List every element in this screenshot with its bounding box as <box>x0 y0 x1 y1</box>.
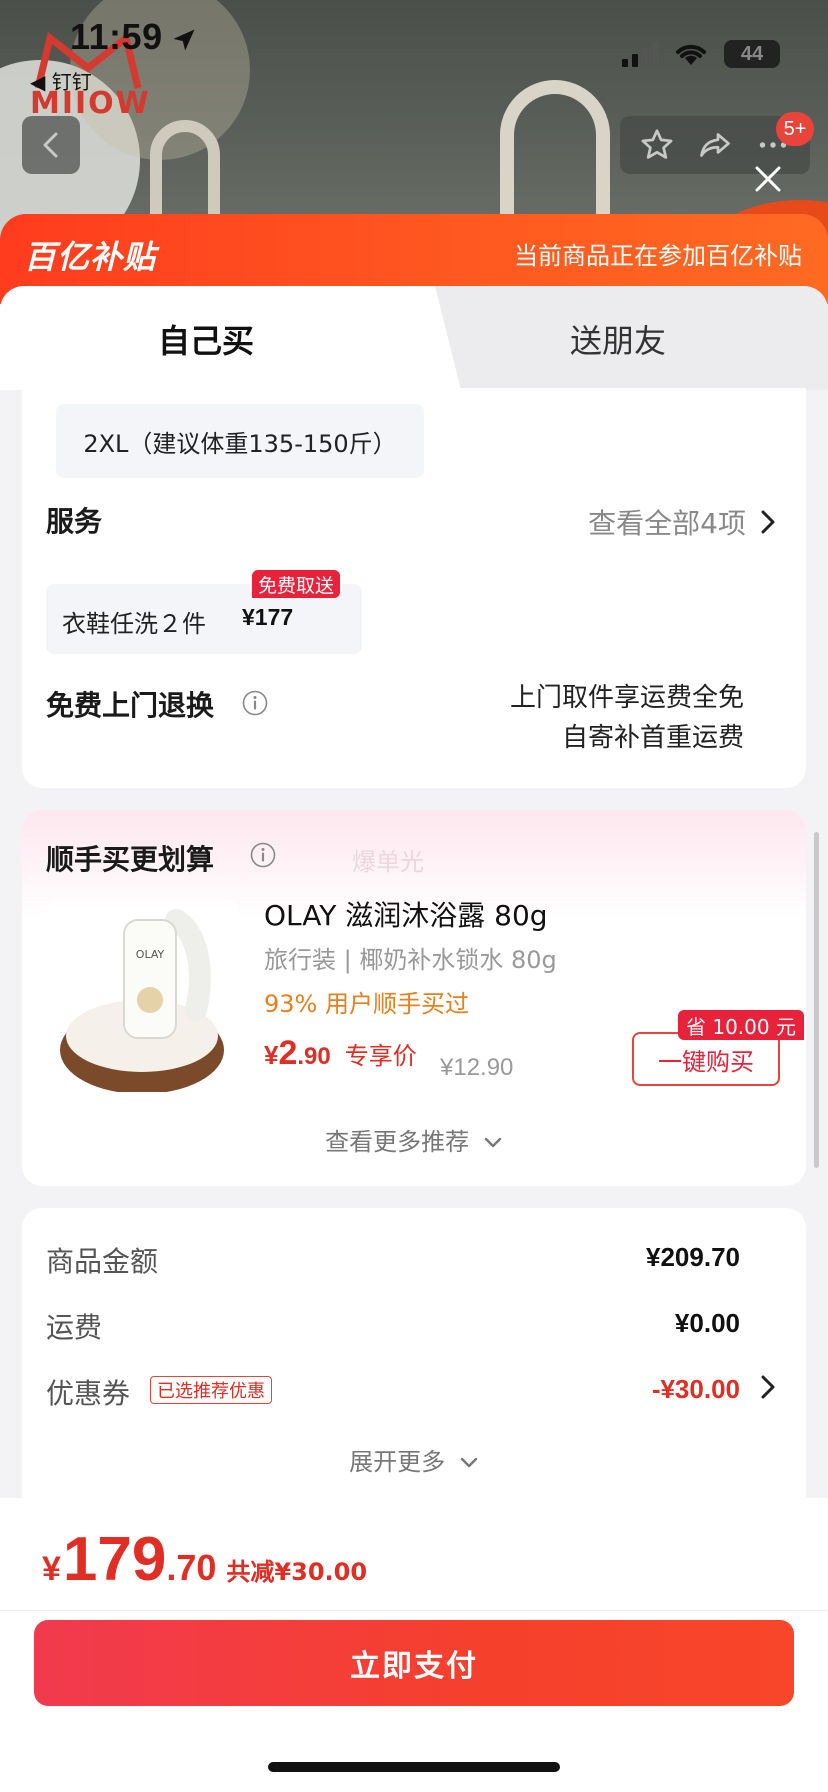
price-integer: 2 <box>278 1034 298 1072</box>
more-recommendations-link[interactable]: 查看更多推荐 <box>22 1122 806 1157</box>
back-to-app-link[interactable]: ◀ 钉钉 <box>30 66 92 95</box>
home-indicator[interactable] <box>268 1762 560 1772</box>
purchase-tabs: 送朋友 自己买 <box>0 286 828 390</box>
product-popularity: 93% 用户顺手买过 <box>264 990 469 1018</box>
chevron-down-icon <box>484 1137 502 1148</box>
one-click-buy-button[interactable]: 一键购买 <box>632 1032 780 1086</box>
tab-buy-self-label: 自己买 <box>158 322 255 360</box>
more-recommendations-label: 查看更多推荐 <box>325 1128 470 1156</box>
subsidy-logo: 百亿补贴 <box>24 238 157 276</box>
total-price: ¥ 179 .70 共减¥30.00 <box>42 1524 367 1595</box>
coupon-selected-tag: 已选推荐优惠 <box>150 1376 272 1404</box>
chevron-left-icon <box>43 132 58 158</box>
product-name[interactable]: OLAY 滋润沐浴露 80g <box>264 894 548 934</box>
savings-tag: 省 10.00 元 <box>678 1010 804 1040</box>
body-wash-bottle-icon: OLAY <box>60 909 224 1092</box>
free-return-title: 免费上门退换 <box>46 689 215 722</box>
price-summary-card: 商品金额 ¥209.70 运费 ¥0.00 优惠券 已选推荐优惠 -¥30.00… <box>22 1208 806 1508</box>
price-decimal: .90 <box>297 1043 331 1070</box>
message-count-badge: 5+ <box>776 112 814 146</box>
signal-icon <box>622 42 658 67</box>
service-title: 服务 <box>46 505 103 538</box>
product-spec: 旅行装 | 椰奶补水锁水 80g <box>264 946 557 974</box>
total-integer: 179 <box>62 1525 167 1594</box>
status-time: 11:59 <box>70 16 163 57</box>
star-icon[interactable] <box>639 127 675 163</box>
total-decimal: .70 <box>166 1547 217 1588</box>
info-icon[interactable] <box>242 690 268 716</box>
total-currency: ¥ <box>42 1550 61 1588</box>
coupon-label: 优惠券 <box>46 1377 131 1410</box>
original-price: ¥12.90 <box>440 1054 514 1081</box>
service-view-all-label: 查看全部4项 <box>588 507 746 540</box>
shipping-label: 运费 <box>46 1311 103 1344</box>
recommendation-card: 顺手买更划算 爆单光 OLAY OLAY 滋润沐浴露 80g 旅行装 | 椰奶补… <box>22 810 806 1186</box>
product-price: ¥ 2 .90 专享价 <box>264 1034 417 1073</box>
tab-gift-friend-label: 送朋友 <box>570 322 667 360</box>
wifi-icon <box>676 44 706 65</box>
tab-buy-self[interactable]: 自己买 <box>0 286 420 390</box>
service-item-name: 衣鞋任洗２件 <box>62 610 206 638</box>
expand-more-link[interactable]: 展开更多 <box>22 1442 806 1477</box>
share-icon[interactable] <box>697 127 733 163</box>
location-arrow-icon <box>173 29 195 51</box>
battery-icon: 44 <box>724 40 780 68</box>
free-return-line-1: 上门取件享运费全免 <box>509 683 744 713</box>
watermark-text: 爆单光 <box>352 848 424 876</box>
chevron-right-icon <box>761 510 775 534</box>
price-currency: ¥ <box>264 1040 279 1070</box>
goods-amount-label: 商品金额 <box>46 1245 159 1278</box>
subsidy-note: 当前商品正在参加百亿补贴 <box>514 242 802 270</box>
pay-now-button[interactable]: 立即支付 <box>34 1620 794 1706</box>
divider <box>0 1610 828 1611</box>
free-pickup-tag: 免费取送 <box>252 570 341 598</box>
goods-amount-value: ¥209.70 <box>646 1242 740 1272</box>
expand-more-label: 展开更多 <box>349 1448 446 1476</box>
price-label: 专享价 <box>344 1042 417 1070</box>
back-button[interactable] <box>22 116 80 174</box>
svg-text:OLAY: OLAY <box>136 948 165 961</box>
order-options-card: 2XL（建议体重135-150斤） 服务 查看全部4项 衣鞋任洗２件 ¥177 … <box>22 388 806 788</box>
scrollbar[interactable] <box>814 832 819 1168</box>
free-return-details: 上门取件享运费全免 自寄补首重运费 <box>510 678 744 758</box>
chevron-right-icon[interactable] <box>760 1374 776 1400</box>
service-view-all-link[interactable]: 查看全部4项 <box>588 502 776 542</box>
chevron-down-icon <box>460 1457 478 1468</box>
status-icons: 44 <box>622 40 780 68</box>
product-image[interactable]: OLAY <box>46 900 238 1092</box>
info-icon[interactable] <box>250 842 276 868</box>
shipping-value: ¥0.00 <box>674 1308 740 1338</box>
coupon-value[interactable]: -¥30.00 <box>652 1374 740 1405</box>
free-return-line-2: 自寄补首重运费 <box>561 723 744 753</box>
total-saving: 共减¥30.00 <box>226 1558 368 1586</box>
service-item-price: ¥177 <box>242 604 294 630</box>
close-icon[interactable] <box>752 163 784 195</box>
checkout-bar: ¥ 179 .70 共减¥30.00 立即支付 <box>0 1498 828 1792</box>
recommendation-title: 顺手买更划算 <box>46 843 215 876</box>
size-option-selected[interactable]: 2XL（建议体重135-150斤） <box>56 404 424 478</box>
